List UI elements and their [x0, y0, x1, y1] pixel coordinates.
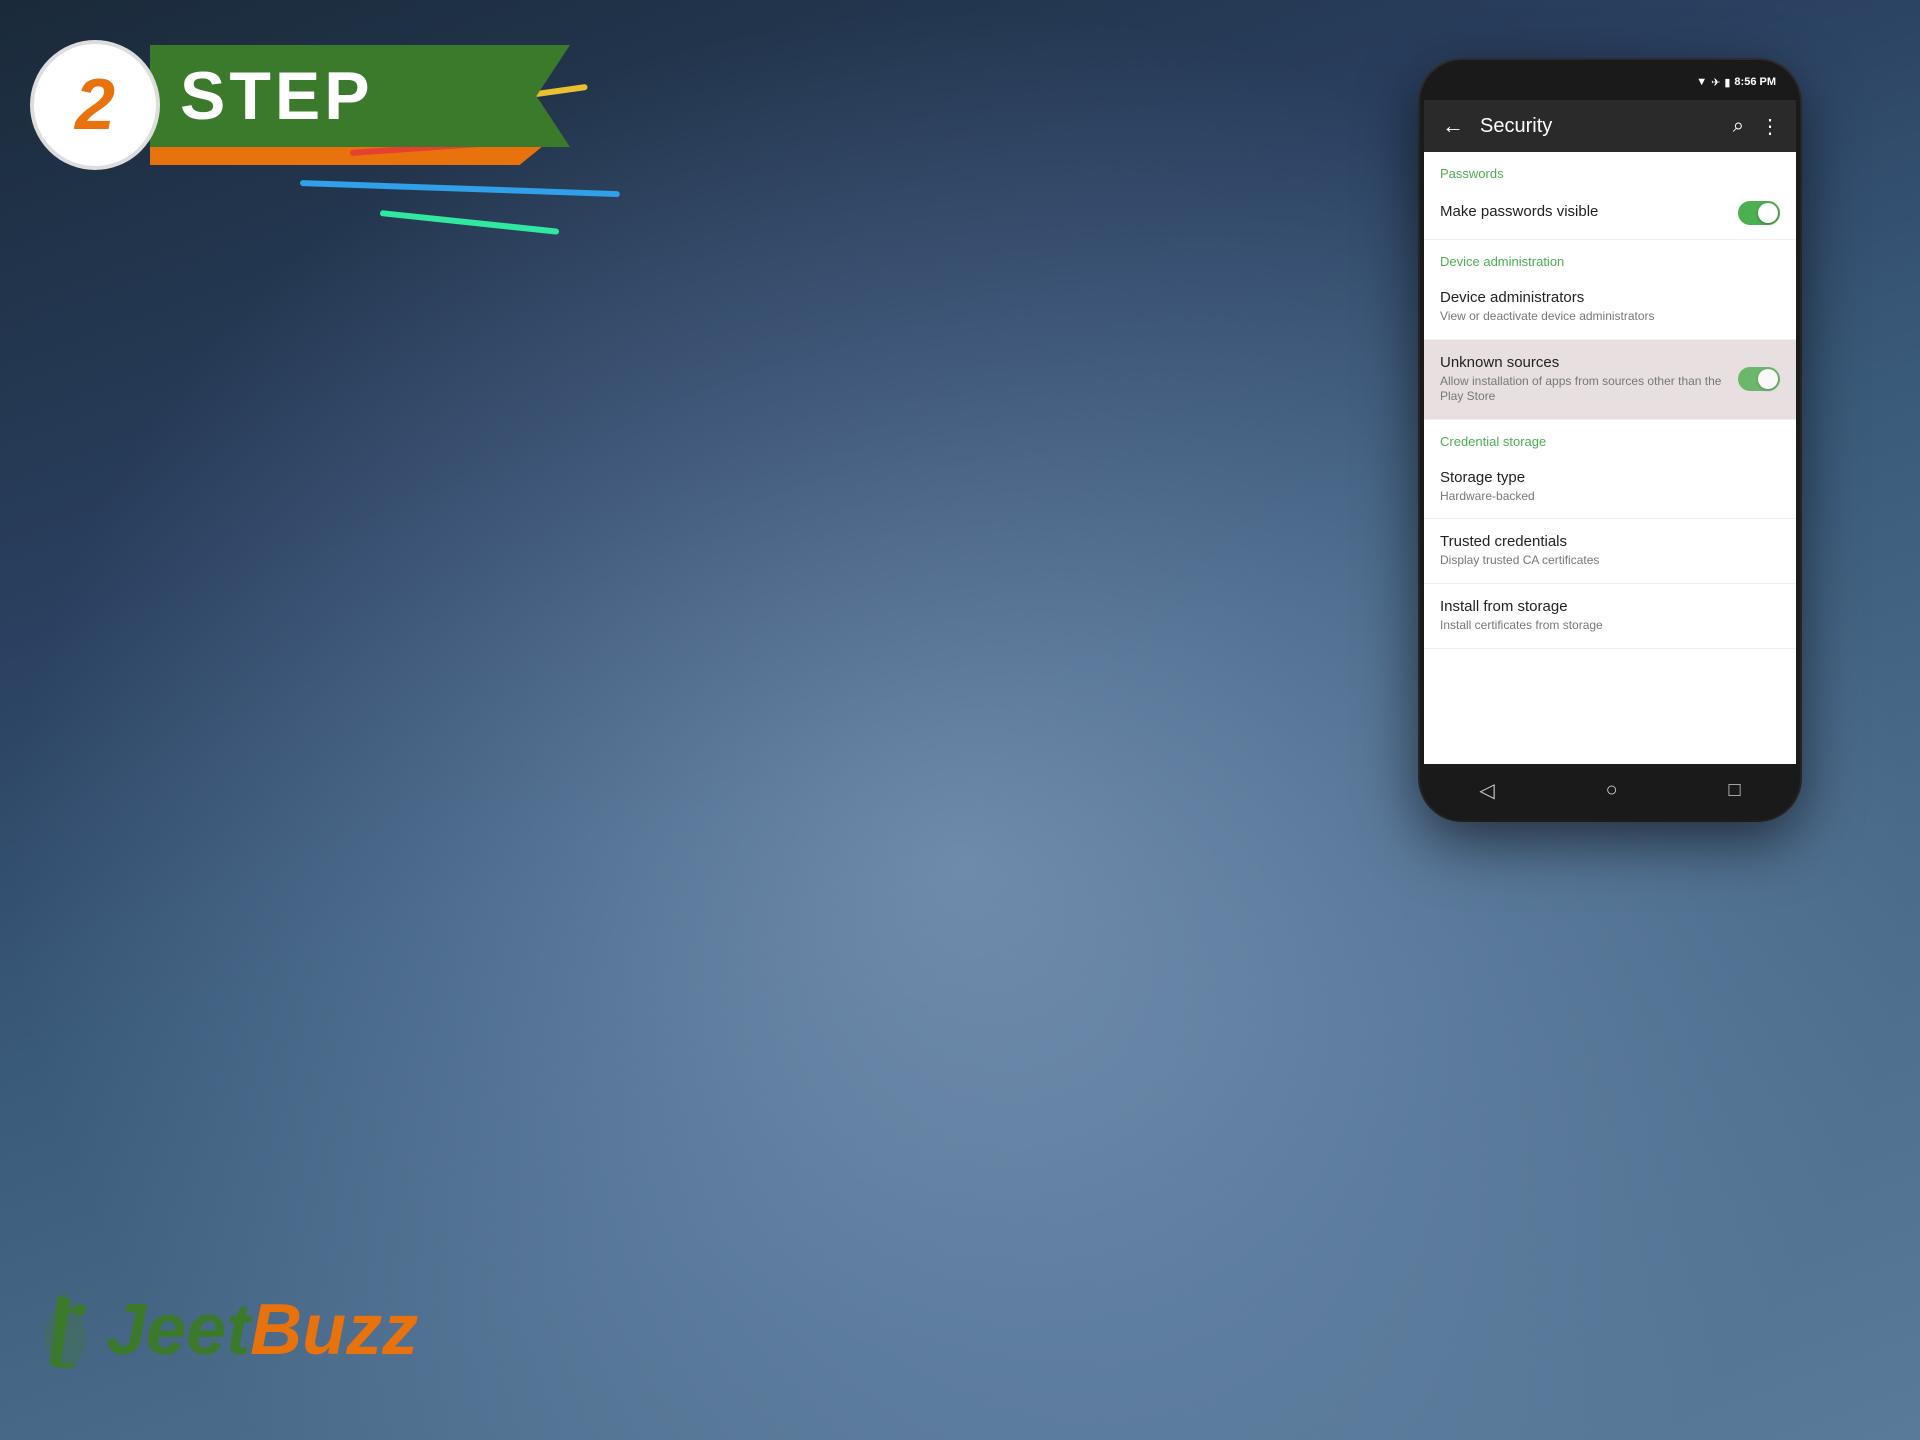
setting-title-unknown-sources: Unknown sources [1440, 354, 1738, 371]
phone-inner: ▼ ✈ ▮ 8:56 PM ← Security ⌕ ⋮ Passwords [1424, 64, 1796, 816]
wifi-icon: ▼ [1696, 76, 1707, 88]
nav-home-button[interactable]: ○ [1586, 771, 1638, 810]
setting-make-passwords-visible[interactable]: Make passwords visible [1424, 187, 1796, 240]
setting-text: Install from storage Install certificate… [1440, 598, 1780, 634]
setting-text: Trusted credentials Display trusted CA c… [1440, 533, 1780, 569]
phone-mockup: ▼ ✈ ▮ 8:56 PM ← Security ⌕ ⋮ Passwords [1420, 60, 1800, 820]
section-header-device-admin: Device administration [1424, 240, 1796, 275]
setting-storage-type[interactable]: Storage type Hardware-backed [1424, 455, 1796, 520]
app-bar-actions: ⌕ ⋮ [1729, 110, 1784, 143]
logo-cricket-icon [30, 1280, 100, 1380]
logo-jeet: Jeet [106, 1290, 250, 1370]
setting-title-install-from-storage: Install from storage [1440, 598, 1780, 615]
nav-recents-button[interactable]: □ [1708, 771, 1760, 810]
setting-text: Device administrators View or deactivate… [1440, 289, 1780, 325]
logo-buzz: Buzz [250, 1290, 418, 1370]
setting-unknown-sources[interactable]: Unknown sources Allow installation of ap… [1424, 340, 1796, 420]
setting-install-from-storage[interactable]: Install from storage Install certificate… [1424, 584, 1796, 649]
logo-text: JeetBuzz [106, 1289, 418, 1371]
toggle-make-passwords-visible[interactable] [1738, 201, 1780, 225]
search-icon[interactable]: ⌕ [1729, 111, 1748, 142]
setting-title-trusted-credentials: Trusted credentials [1440, 533, 1780, 550]
phone-frame: ▼ ✈ ▮ 8:56 PM ← Security ⌕ ⋮ Passwords [1420, 60, 1800, 820]
app-bar: ← Security ⌕ ⋮ [1424, 100, 1796, 152]
toggle-unknown-sources[interactable] [1738, 367, 1780, 391]
setting-subtitle-unknown-sources: Allow installation of apps from sources … [1440, 374, 1738, 405]
status-bar: ▼ ✈ ▮ 8:56 PM [1424, 64, 1796, 100]
bottom-nav: ◁ ○ □ [1424, 764, 1796, 816]
section-header-passwords: Passwords [1424, 152, 1796, 187]
setting-text: Storage type Hardware-backed [1440, 469, 1780, 505]
settings-list: Passwords Make passwords visible Device … [1424, 152, 1796, 764]
battery-icon: ▮ [1724, 76, 1730, 89]
logo-area: JeetBuzz [30, 1280, 418, 1380]
step-label: STEP [150, 45, 570, 147]
setting-trusted-credentials[interactable]: Trusted credentials Display trusted CA c… [1424, 519, 1796, 584]
setting-subtitle-device-administrators: View or deactivate device administrators [1440, 309, 1780, 325]
setting-device-administrators[interactable]: Device administrators View or deactivate… [1424, 275, 1796, 340]
setting-subtitle-storage-type: Hardware-backed [1440, 489, 1780, 505]
toggle-knob [1758, 369, 1778, 389]
step-number: 2 [30, 40, 160, 170]
nav-back-button[interactable]: ◁ [1459, 770, 1514, 811]
deco-line-3 [300, 180, 620, 197]
airplane-icon: ✈ [1711, 76, 1720, 89]
setting-text: Unknown sources Allow installation of ap… [1440, 354, 1738, 405]
setting-text: Make passwords visible [1440, 203, 1738, 223]
status-icons: ▼ ✈ ▮ 8:56 PM [1696, 76, 1776, 89]
deco-line-4 [380, 210, 560, 235]
setting-title-storage-type: Storage type [1440, 469, 1780, 486]
notch [1550, 64, 1670, 90]
section-header-credential-storage: Credential storage [1424, 420, 1796, 455]
toggle-knob [1758, 203, 1778, 223]
setting-subtitle-trusted-credentials: Display trusted CA certificates [1440, 553, 1780, 569]
setting-title-device-administrators: Device administrators [1440, 289, 1780, 306]
status-time: 8:56 PM [1734, 76, 1776, 88]
more-options-icon[interactable]: ⋮ [1756, 110, 1784, 143]
setting-subtitle-install-from-storage: Install certificates from storage [1440, 618, 1780, 634]
setting-title-make-passwords-visible: Make passwords visible [1440, 203, 1738, 220]
back-button[interactable]: ← [1436, 107, 1470, 145]
app-bar-title: Security [1480, 115, 1719, 138]
